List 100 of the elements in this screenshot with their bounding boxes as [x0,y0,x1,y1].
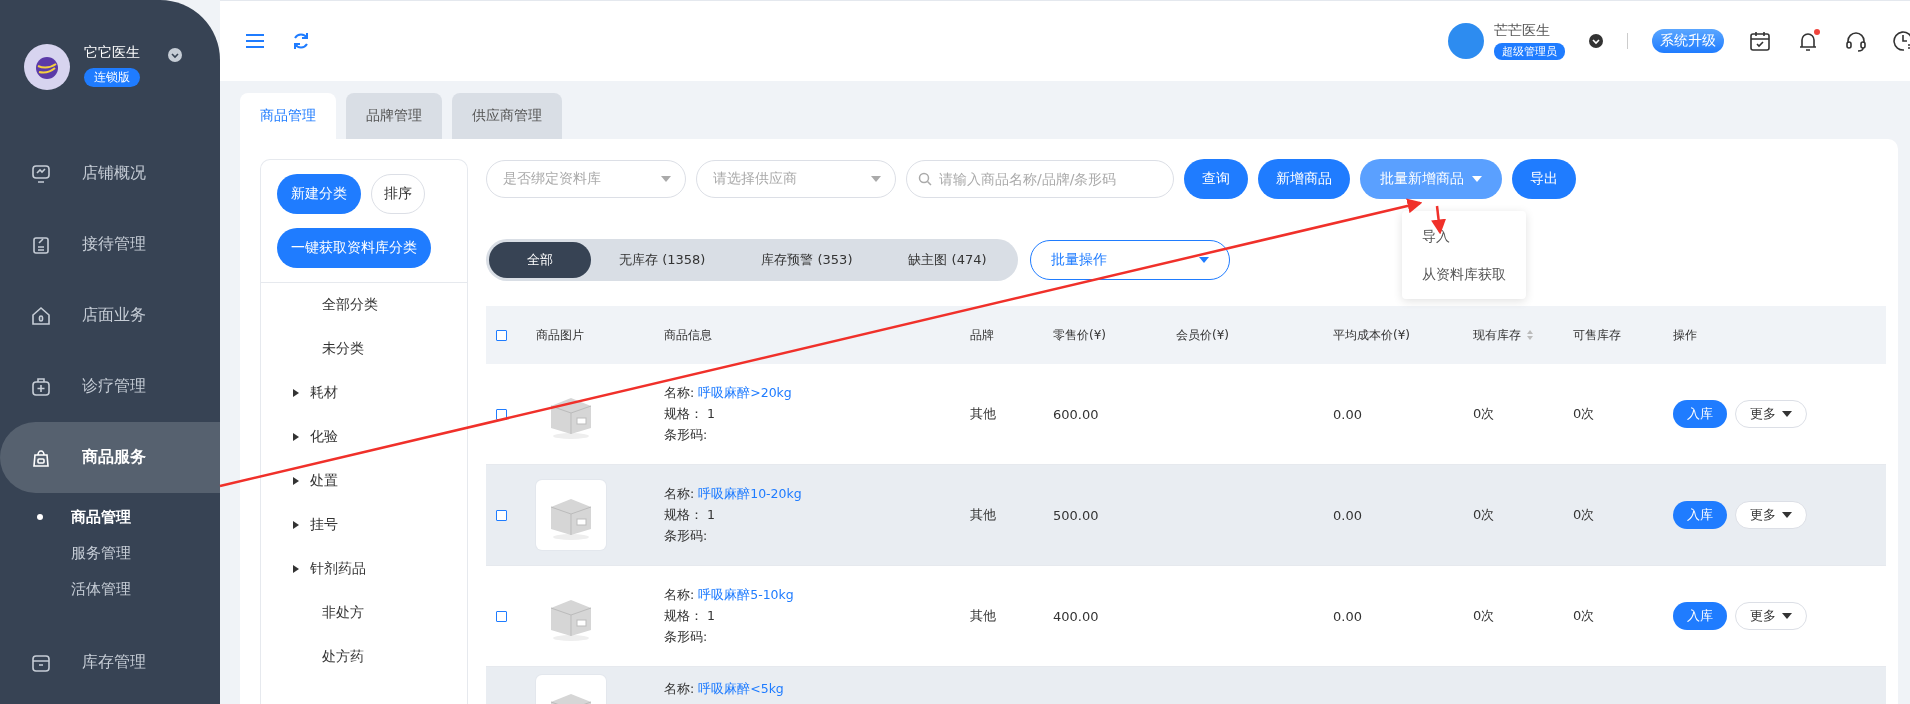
expand-arrow-icon[interactable] [292,564,300,574]
caret-icon [871,176,881,182]
checkbox[interactable] [496,329,507,341]
menu-item[interactable]: 导入 [1402,217,1526,255]
chevron-down-icon[interactable] [1589,34,1603,48]
table-row[interactable]: 名称: 呼吸麻醉<5kg [486,667,1886,704]
price-cell-text: 500.00 [1053,507,1100,523]
stock-cell-text: 0次 [1473,405,1496,423]
nav-item[interactable]: 接待管理 [0,209,220,280]
product-spec: 规格： 1 [664,607,716,625]
category-item[interactable]: 挂号 [310,516,338,534]
column-header: 操作 [1673,326,1697,344]
kit-icon [30,375,52,398]
more-button[interactable]: 更多 [1735,602,1807,630]
stock-cell-text: 0次 [1473,506,1496,524]
more-button[interactable]: 更多 [1735,501,1807,529]
checkbox[interactable] [496,509,507,521]
category-item[interactable]: 针剂药品 [310,560,366,578]
price-cell-text: 600.00 [1053,406,1100,422]
nav-item[interactable]: 诊疗管理 [0,351,220,422]
tab[interactable]: 商品管理 [240,93,336,139]
user-name: 芒芒医生 [1494,22,1551,40]
search-icon [918,172,932,186]
product-barcode: 条形码: [664,628,709,646]
headset-icon[interactable] [1844,29,1868,53]
caret-icon [1782,512,1792,518]
house-icon [30,304,52,327]
expand-arrow-icon[interactable] [292,388,300,398]
expand-arrow-icon[interactable] [292,432,300,442]
menu-item[interactable]: 从资料库获取 [1402,255,1526,293]
caret-icon [1198,257,1209,263]
product-spec: 规格： 1 [664,506,716,524]
caret-icon [1472,176,1482,182]
sort-button[interactable]: 排序 [371,174,425,214]
subnav-item[interactable]: 服务管理 [71,543,131,563]
user-name: 它它医生 [84,44,140,62]
clock-icon[interactable] [1892,29,1910,53]
nav-item[interactable]: 商品服务 [0,422,220,493]
brand-cell-text: 其他 [970,607,997,625]
category-item[interactable]: 全部分类 [322,296,378,314]
caret-icon [1782,613,1792,619]
product-image [536,480,606,550]
column-header: 可售库存 [1573,326,1621,344]
tab[interactable]: 供应商管理 [452,93,562,139]
category-item[interactable]: 处置 [310,472,338,490]
brand-cell-text: 其他 [970,405,997,423]
stock-in-button[interactable]: 入库 [1673,400,1727,428]
stock-in-button[interactable]: 入库 [1673,602,1727,630]
segment-tab[interactable]: 库存预警 (353) [733,242,881,278]
product-name: 名称: 呼吸麻醉>20kg [664,384,793,402]
category-button[interactable]: 新建分类 [277,174,361,214]
subnav-item[interactable]: 商品管理 [71,507,131,527]
calendar-icon[interactable] [1748,29,1772,53]
checkbox[interactable] [496,610,507,622]
segment-tab[interactable]: 全部 [489,242,591,278]
monitor-icon [30,162,52,185]
chevron-down-icon[interactable] [168,48,182,62]
subnav-item[interactable]: 活体管理 [71,579,131,599]
category-item[interactable]: 未分类 [322,340,364,358]
column-header: 品牌 [970,326,994,344]
segment-tab[interactable]: 无库存 (1358) [591,242,734,278]
segment-tab[interactable]: 缺主图 (474) [880,242,1015,278]
category-button[interactable]: 一键获取资料库分类 [277,228,431,268]
checkbox[interactable] [496,408,507,420]
bullet-icon [37,514,43,520]
product-name: 名称: 呼吸麻醉<5kg [664,681,785,698]
action-button[interactable]: 新增商品 [1258,159,1350,199]
caret-icon [661,176,671,182]
product-spec: 规格： 1 [664,405,716,423]
nav-item[interactable]: 店铺概况 [0,138,220,209]
brand-cell-text: 其他 [970,506,997,524]
action-button[interactable]: 导出 [1512,159,1576,199]
role-badge: 超级管理员 [1494,43,1565,60]
stock-cell-text: 0次 [1573,607,1596,625]
nav-item[interactable]: 店面业务 [0,280,220,351]
avatar-icon [1448,23,1484,59]
nav-item[interactable]: 库存管理 [0,627,220,698]
cost-cell-text: 0.00 [1333,507,1363,523]
stock-cell-text: 0次 [1573,506,1596,524]
search-field[interactable]: 请输入商品名称/品牌/条形码 [906,160,1174,198]
column-header: 会员价(¥) [1176,326,1229,344]
tab[interactable]: 品牌管理 [346,93,442,139]
product-name: 名称: 呼吸麻醉5-10kg [664,586,795,604]
category-item[interactable]: 处方药 [322,648,364,666]
stock-in-button[interactable]: 入库 [1673,501,1727,529]
category-item[interactable]: 化验 [310,428,338,446]
action-button[interactable]: 查询 [1184,159,1248,199]
stock-cell-text: 0次 [1573,405,1596,423]
expand-arrow-icon[interactable] [292,520,300,530]
edition-badge: 连锁版 [84,68,140,87]
category-item[interactable]: 非处方 [322,604,364,622]
product-name: 名称: 呼吸麻醉10-20kg [664,485,803,503]
category-item[interactable]: 耗材 [310,384,338,402]
column-header: 零售价(¥) [1053,326,1106,344]
expand-arrow-icon[interactable] [292,476,300,486]
price-cell-text: 400.00 [1053,608,1100,624]
stock-cell-text: 0次 [1473,607,1496,625]
table-row[interactable]: 名称: 呼吸麻醉10-20kg 规格： 1 条形码: 其他 500.00 0.00 0次 0次 入库 更多 [486,465,1886,566]
column-header: 现有库存 [1473,326,1521,344]
more-button[interactable]: 更多 [1735,400,1807,428]
